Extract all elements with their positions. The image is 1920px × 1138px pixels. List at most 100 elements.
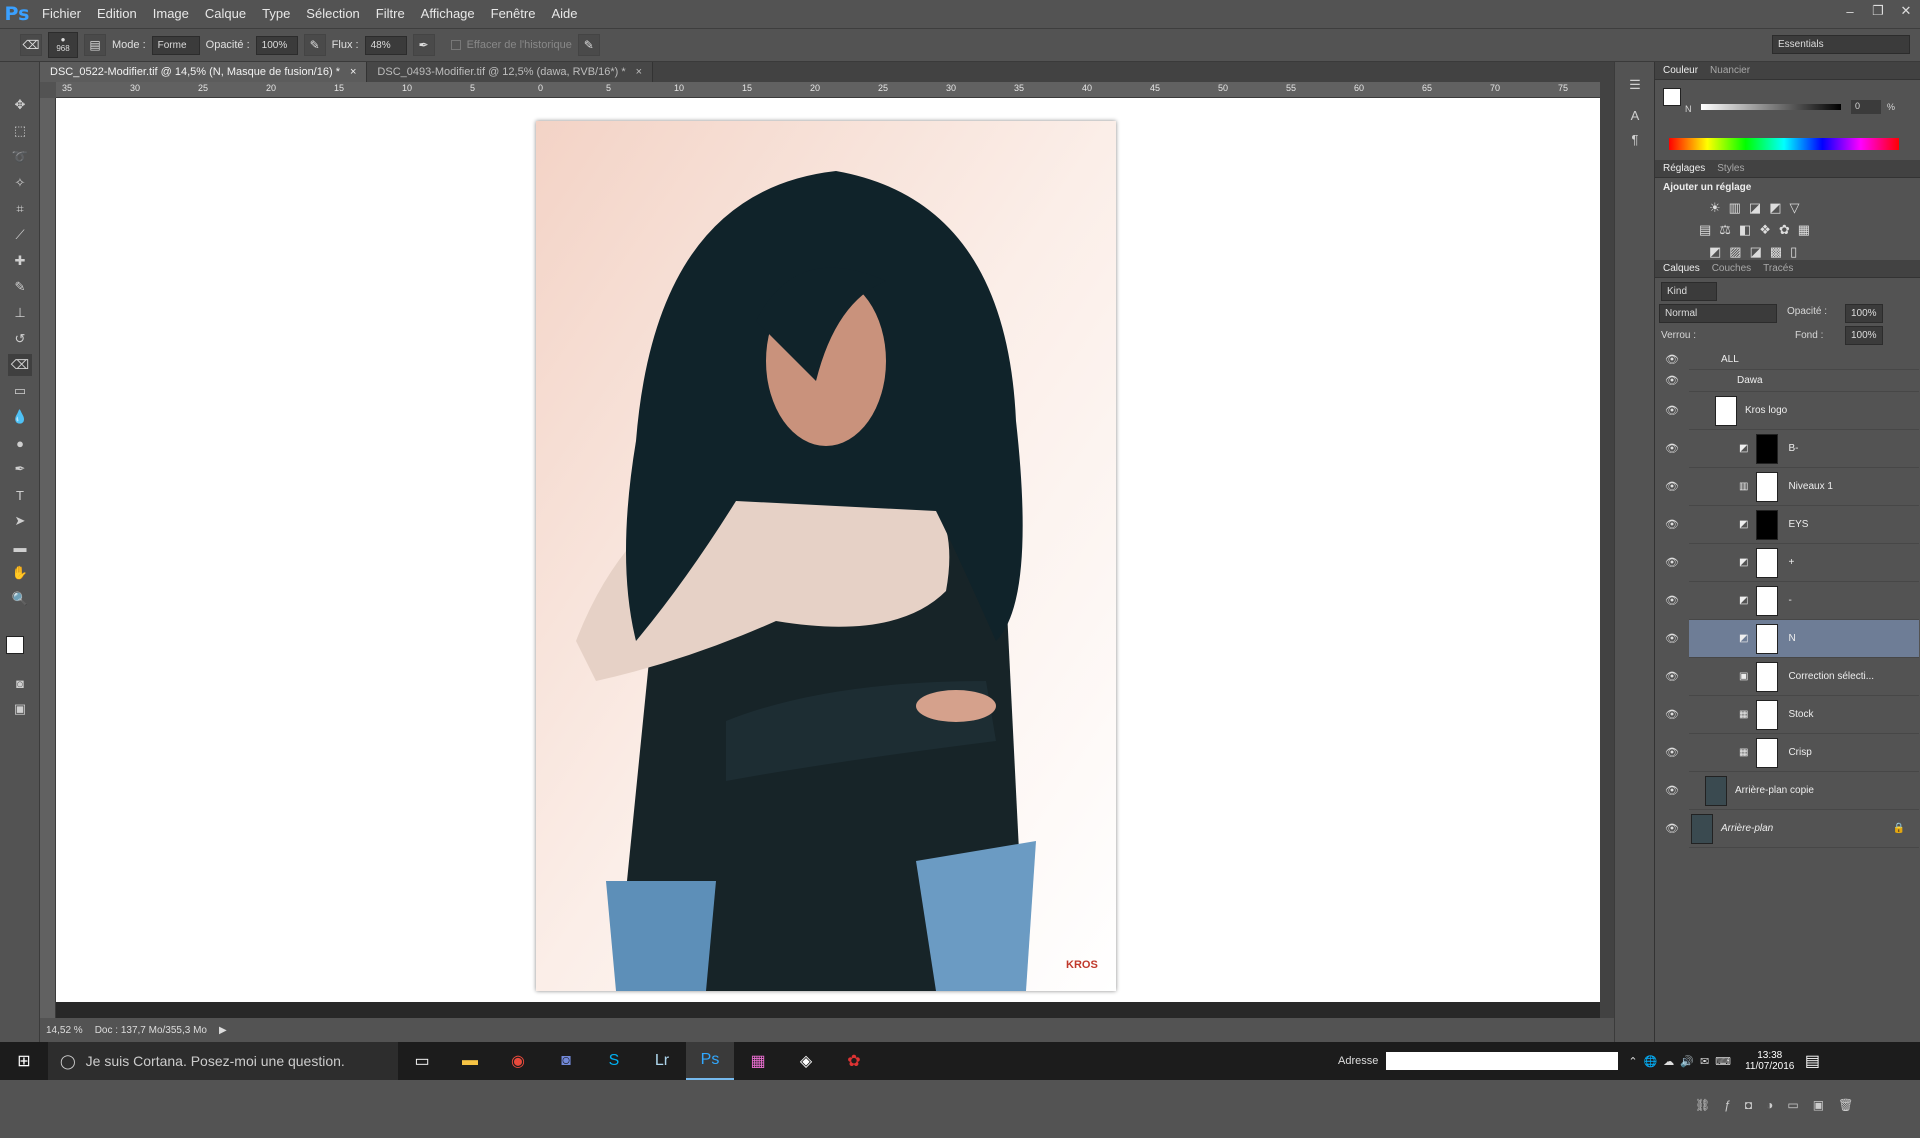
menu-fichier[interactable]: Fichier: [34, 0, 89, 28]
brush-tool-icon[interactable]: ✎: [8, 276, 32, 298]
menu-calque[interactable]: Calque: [197, 0, 254, 28]
menu-edition[interactable]: Edition: [89, 0, 145, 28]
tab-calques[interactable]: Calques: [1663, 263, 1700, 274]
move-tool-icon[interactable]: ✥: [8, 94, 32, 116]
adjustment-icons-row2[interactable]: ▤⚖◧❖✿▦: [1699, 222, 1818, 238]
eye-icon[interactable]: 👁: [1665, 518, 1679, 532]
brush-size-picker[interactable]: ● 968: [48, 32, 78, 58]
blend-mode-select[interactable]: Normal: [1659, 304, 1777, 323]
close-tab-icon[interactable]: ×: [350, 66, 356, 78]
layer-stock[interactable]: 👁 ▦ Stock: [1665, 696, 1919, 734]
lasso-tool-icon[interactable]: ➰: [8, 146, 32, 168]
hand-tool-icon[interactable]: ✋: [8, 562, 32, 584]
brush-panel-icon[interactable]: ▤: [84, 34, 106, 56]
shape-tool-icon[interactable]: ▬: [8, 536, 32, 558]
history-panel-icon[interactable]: ☰: [1623, 74, 1647, 96]
layer-kros-logo[interactable]: 👁 Kros logo: [1665, 392, 1919, 430]
adjustment-icons-row3[interactable]: ◩▨◪▩▯: [1709, 244, 1805, 260]
clock[interactable]: 13:38 11/07/2016: [1745, 1050, 1794, 1072]
flux-input[interactable]: 48%: [364, 35, 407, 55]
fill-input[interactable]: 100%: [1845, 326, 1883, 345]
app-avatar-icon[interactable]: ✿: [830, 1042, 878, 1080]
tab-couches[interactable]: Couches: [1712, 263, 1751, 274]
layer-n[interactable]: 👁 ◩ N: [1665, 620, 1919, 658]
layer-arriere-plan[interactable]: 👁 Arrière-plan 🔒: [1665, 810, 1919, 848]
eye-icon[interactable]: 👁: [1665, 746, 1679, 760]
menu-selection[interactable]: Sélection: [298, 0, 367, 28]
healing-tool-icon[interactable]: ✚: [8, 250, 32, 272]
photoshop-taskbar-icon[interactable]: Ps: [686, 1042, 734, 1080]
tab-couleur[interactable]: Couleur: [1663, 65, 1698, 76]
tab-traces[interactable]: Tracés: [1763, 263, 1793, 274]
airbrush-icon[interactable]: ✒: [412, 34, 435, 56]
file-explorer-icon[interactable]: ▬: [446, 1042, 494, 1080]
gradient-tool-icon[interactable]: ▭: [8, 380, 32, 402]
tab-nuancier[interactable]: Nuancier: [1710, 65, 1750, 76]
menu-aide[interactable]: Aide: [543, 0, 585, 28]
layer-eys[interactable]: 👁 ◩ EYS: [1665, 506, 1919, 544]
tab-dsc-0522[interactable]: DSC_0522-Modifier.tif @ 14,5% (N, Masque…: [40, 62, 368, 82]
menu-image[interactable]: Image: [145, 0, 197, 28]
eye-icon[interactable]: 👁: [1665, 822, 1679, 836]
layer-opacity-input[interactable]: 100%: [1845, 304, 1883, 323]
screen-mode-icon[interactable]: ▣: [8, 698, 32, 720]
color-spectrum[interactable]: [1669, 138, 1899, 150]
eye-icon[interactable]: 👁: [1665, 708, 1679, 722]
eye-icon[interactable]: 👁: [1665, 442, 1679, 456]
close-icon[interactable]: ✕: [1892, 0, 1920, 22]
dodge-tool-icon[interactable]: ●: [8, 432, 32, 454]
pressure-size-icon[interactable]: ✎: [577, 34, 600, 56]
layer-plus[interactable]: 👁 ◩ +: [1665, 544, 1919, 582]
quick-mask-icon[interactable]: ◙: [8, 672, 32, 694]
eye-icon[interactable]: 👁: [1665, 670, 1679, 684]
type-tool-icon[interactable]: T: [8, 484, 32, 506]
discord-icon[interactable]: ◙: [542, 1042, 590, 1080]
pen-tool-icon[interactable]: ✒: [8, 458, 32, 480]
menu-affichage[interactable]: Affichage: [413, 0, 483, 28]
paragraph-panel-icon[interactable]: ¶: [1623, 128, 1647, 150]
system-tray-icons[interactable]: ⌃🌐☁🔊✉⌨: [1628, 1055, 1737, 1068]
eye-icon[interactable]: 👁: [1665, 632, 1679, 646]
eye-icon[interactable]: 👁: [1665, 374, 1679, 388]
document-canvas[interactable]: KROS: [56, 98, 1600, 1002]
channel-value[interactable]: 0: [1851, 100, 1881, 114]
pressure-opacity-icon[interactable]: ✎: [303, 34, 326, 56]
layer-group-all[interactable]: 👁 ALL: [1665, 350, 1919, 370]
marquee-tool-icon[interactable]: ⬚: [8, 120, 32, 142]
stamp-tool-icon[interactable]: ⊥: [8, 302, 32, 324]
app-shield-icon[interactable]: ◈: [782, 1042, 830, 1080]
chrome-icon[interactable]: ◉: [494, 1042, 542, 1080]
history-checkbox[interactable]: [450, 40, 461, 50]
app-grid-icon[interactable]: ▦: [734, 1042, 782, 1080]
menu-fenetre[interactable]: Fenêtre: [483, 0, 544, 28]
workspace-select[interactable]: Essentials: [1772, 35, 1910, 54]
lightroom-icon[interactable]: Lr: [638, 1042, 686, 1080]
close-tab-icon[interactable]: ×: [636, 66, 642, 78]
history-brush-tool-icon[interactable]: ↺: [8, 328, 32, 350]
notifications-icon[interactable]: ▤: [1794, 1042, 1830, 1080]
layer-actions-bar[interactable]: ⛓ƒ◘◑▭▣🗑: [1695, 1098, 1867, 1112]
character-panel-icon[interactable]: A: [1623, 104, 1647, 126]
blur-tool-icon[interactable]: 💧: [8, 406, 32, 428]
foreground-color-swatch[interactable]: [6, 636, 24, 654]
tab-dsc-0493[interactable]: DSC_0493-Modifier.tif @ 12,5% (dawa, RVB…: [367, 62, 654, 82]
status-arrow-icon[interactable]: ▶: [219, 1025, 227, 1036]
gray-slider[interactable]: [1701, 104, 1841, 110]
eye-icon[interactable]: 👁: [1665, 556, 1679, 570]
layer-correction-selective[interactable]: 👁 ▣ Correction sélecti...: [1665, 658, 1919, 696]
opacity-input[interactable]: 100%: [255, 35, 298, 55]
layer-niveaux-1[interactable]: 👁 ▥ Niveaux 1: [1665, 468, 1919, 506]
crop-tool-icon[interactable]: ⌗: [8, 198, 32, 220]
address-input[interactable]: [1386, 1052, 1619, 1070]
path-select-tool-icon[interactable]: ➤: [8, 510, 32, 532]
tab-reglages[interactable]: Réglages: [1663, 163, 1705, 174]
layer-arriere-plan-copie[interactable]: 👁 Arrière-plan copie: [1665, 772, 1919, 810]
eyedropper-tool-icon[interactable]: ⟋: [8, 224, 32, 246]
windows-start-icon[interactable]: ⊞: [0, 1042, 48, 1080]
eye-icon[interactable]: 👁: [1665, 480, 1679, 494]
eye-icon[interactable]: 👁: [1665, 353, 1679, 367]
fg-color-chip[interactable]: [1663, 88, 1681, 106]
quick-select-tool-icon[interactable]: ✧: [8, 172, 32, 194]
restore-icon[interactable]: ❐: [1864, 0, 1892, 22]
zoom-level[interactable]: 14,52 %: [46, 1025, 83, 1036]
